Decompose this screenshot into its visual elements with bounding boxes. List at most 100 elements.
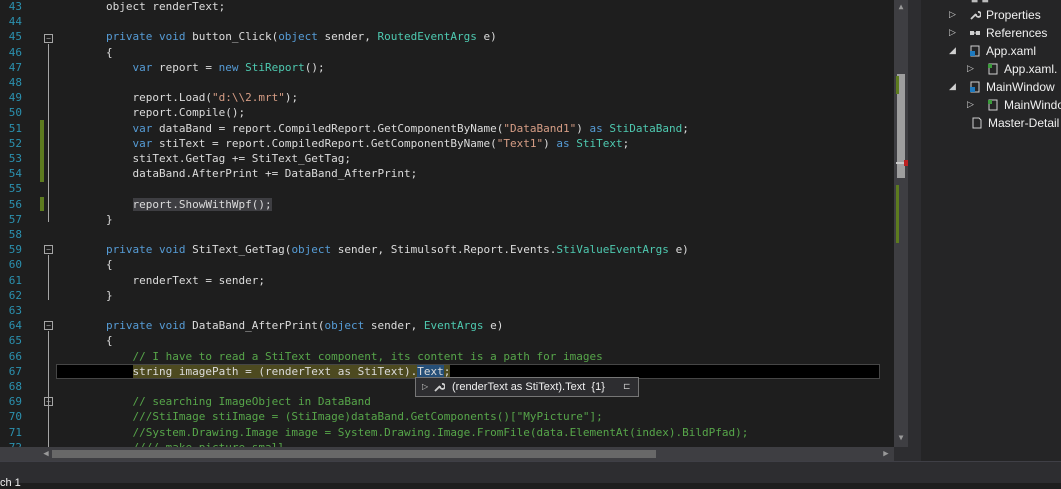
code-line[interactable]: var report = new StiReport(); <box>106 60 325 75</box>
code-token: new <box>218 60 246 74</box>
line-number: 57 <box>8 212 22 226</box>
code-line[interactable]: private void button_Click(object sender,… <box>106 29 497 44</box>
change-overview-marker <box>896 76 899 94</box>
code-line[interactable]: } <box>106 288 113 303</box>
collapse-toggle-icon[interactable]: − <box>44 245 53 254</box>
line-number: 45 <box>8 30 22 44</box>
code-token: ) <box>576 121 590 135</box>
code-line[interactable]: string imagePath = (renderText as StiTex… <box>106 364 451 379</box>
code-token: ///StiImage stiImage = (StiImage)dataBan… <box>106 410 603 424</box>
tree-item-mainwindow-cs[interactable]: MainWindo <box>987 97 1061 113</box>
line-number: 55 <box>8 182 22 196</box>
references-icon <box>970 31 980 35</box>
datatip[interactable]: ▷ (renderText as StiText).Text {1} ⊏ <box>415 377 639 397</box>
code-token: { <box>106 45 113 59</box>
xaml-file-icon <box>970 45 980 57</box>
expand-arrow-icon[interactable]: ▷ <box>949 7 956 23</box>
tree-item-master-detail[interactable]: Master-Detail <box>971 115 1059 131</box>
code-token: } <box>106 288 113 302</box>
code-line[interactable]: report.Compile(); <box>106 105 245 120</box>
line-number: 72 <box>0 440 22 447</box>
code-line[interactable]: private void StiText_GetTag(object sende… <box>106 242 689 257</box>
pin-icon[interactable]: ⊏ <box>623 381 631 393</box>
line-number: 53 <box>8 152 22 165</box>
cs-file-icon <box>988 99 998 111</box>
cs-file-icon <box>988 63 998 75</box>
code-line[interactable]: report.ShowWithWpf(); <box>106 197 272 212</box>
code-line[interactable]: stiText.GetTag += StiText_GetTag; <box>106 151 351 166</box>
tree-item-app-xaml-cs[interactable]: App.xaml. <box>987 61 1057 77</box>
tree-item-mainwindow[interactable]: MainWindow <box>969 79 1055 95</box>
code-line[interactable]: // searching ImageObject in DataBand <box>106 394 370 409</box>
code-line[interactable]: { <box>106 333 113 348</box>
code-token: report.Compile(); <box>106 106 246 120</box>
code-line[interactable]: { <box>106 45 113 60</box>
scroll-up-icon[interactable]: ▲ <box>896 2 906 12</box>
tree-item-app-xaml[interactable]: App.xaml <box>969 43 1036 59</box>
code-line[interactable]: // I have to read a StiText component, i… <box>106 349 602 364</box>
tree-item-references[interactable]: References <box>969 25 1047 41</box>
code-line[interactable]: { <box>106 257 113 272</box>
code-token: StiReport <box>245 60 305 74</box>
code-token: private void <box>106 30 193 44</box>
code-line[interactable]: var stiText = report.CompiledReport.GetC… <box>106 136 630 151</box>
code-token: object renderText; <box>106 0 226 13</box>
collapse-toggle-icon[interactable]: − <box>44 397 53 406</box>
collapse-arrow-icon[interactable]: ◢ <box>949 43 956 59</box>
code-line[interactable]: dataBand.AfterPrint += DataBand_AfterPri… <box>106 166 417 181</box>
line-number: 59 <box>8 243 22 257</box>
line-number: 63 <box>8 304 22 317</box>
code-token: Text <box>417 364 444 378</box>
scroll-thumb[interactable] <box>52 450 656 458</box>
line-number: 48 <box>8 76 22 89</box>
code-line[interactable]: //System.Drawing.Image image = System.Dr… <box>106 425 748 440</box>
code-token: dataBand.AfterPrint += DataBand_AfterPri… <box>106 167 418 181</box>
line-number: 68 <box>8 380 22 393</box>
code-line[interactable]: renderText = sender; <box>106 273 264 288</box>
collapse-toggle-icon[interactable]: − <box>44 34 53 43</box>
line-number: 51 <box>8 121 22 135</box>
code-token: as <box>589 121 610 135</box>
solution-tree-item[interactable]: ■ ■ <box>971 0 989 7</box>
file-icon <box>972 117 982 129</box>
code-token: report = <box>159 60 219 74</box>
line-number: 52 <box>8 136 22 150</box>
xaml-file-icon <box>970 81 980 93</box>
code-line[interactable]: ////_make_picture_small <box>106 440 284 447</box>
code-line[interactable]: private void DataBand_AfterPrint(object … <box>106 318 503 333</box>
code-token: report.ShowWithWpf(); <box>132 197 272 211</box>
tree-item-properties[interactable]: Properties <box>969 7 1041 23</box>
line-number: 47 <box>8 60 22 74</box>
collapse-arrow-icon[interactable]: ◢ <box>949 79 956 95</box>
code-line[interactable]: report.Load("d:\\2.mrt"); <box>106 90 298 105</box>
code-token: var <box>132 60 159 74</box>
scroll-right-icon[interactable]: ▶ <box>880 447 892 461</box>
expand-arrow-icon[interactable]: ▷ <box>422 380 428 394</box>
change-marker <box>40 197 44 211</box>
panel-splitter[interactable] <box>908 0 921 461</box>
code-line[interactable]: ///StiImage stiImage = (StiImage)dataBan… <box>106 409 603 424</box>
code-token: StiDataBand <box>609 121 683 135</box>
line-number: 46 <box>8 45 22 59</box>
expand-arrow-icon[interactable]: ▷ <box>949 25 956 41</box>
expand-arrow-icon[interactable]: ▷ <box>967 61 974 77</box>
code-token: StiText <box>576 136 623 150</box>
scroll-down-icon[interactable]: ▼ <box>896 433 906 443</box>
code-token: e) <box>490 319 504 333</box>
scroll-left-icon[interactable]: ◀ <box>40 447 52 461</box>
horizontal-scrollbar[interactable]: ◀ ▶ <box>0 447 894 461</box>
collapse-toggle-icon[interactable]: − <box>44 321 53 330</box>
status-bar: ch 1 <box>0 461 1061 489</box>
code-token: sender, <box>324 30 378 44</box>
line-number: 71 <box>8 425 22 439</box>
code-token: (); <box>304 60 325 74</box>
code-line[interactable]: var dataBand = report.CompiledReport.Get… <box>106 121 689 136</box>
expand-arrow-icon[interactable]: ▷ <box>967 97 974 113</box>
line-number: 54 <box>8 167 22 181</box>
code-token: dataBand = report.CompiledReport.GetComp… <box>159 121 504 135</box>
code-line[interactable]: } <box>106 212 113 227</box>
code-token: ; <box>622 136 630 150</box>
code-line[interactable]: object renderText; <box>106 0 225 14</box>
